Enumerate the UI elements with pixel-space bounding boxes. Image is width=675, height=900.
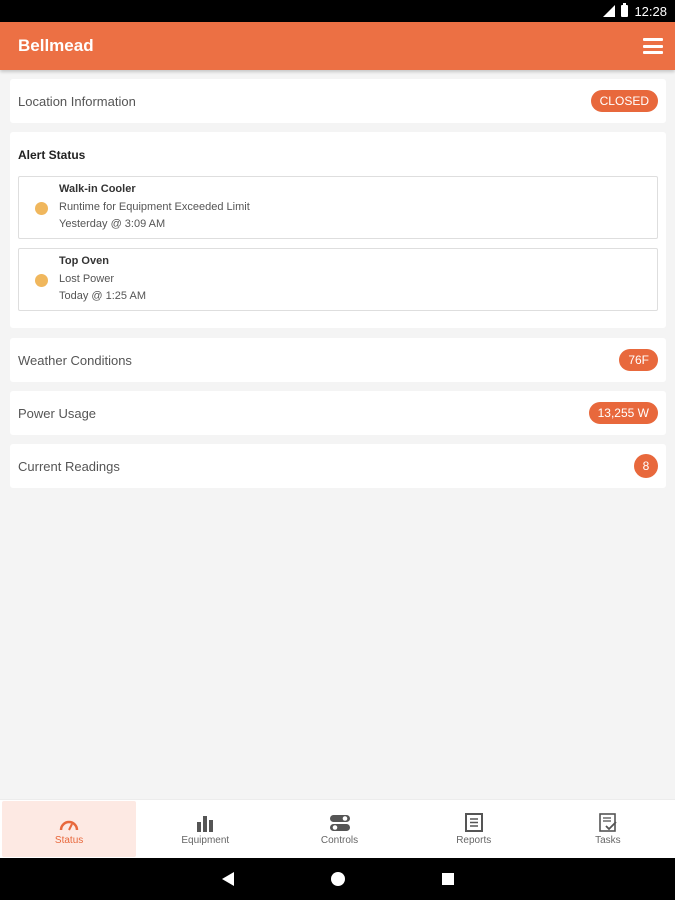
current-readings-badge: 8 [634, 454, 658, 478]
nav-tasks-label: Tasks [595, 835, 621, 846]
nav-reports-tab[interactable]: Reports [407, 800, 541, 859]
back-icon[interactable] [221, 872, 234, 886]
alert-status-card: Alert Status Walk-in Cooler Runtime for … [10, 132, 666, 328]
nav-equipment-tab[interactable]: Equipment [138, 800, 272, 859]
battery-icon [621, 3, 629, 17]
home-icon[interactable] [330, 872, 345, 886]
document-icon [463, 812, 485, 832]
alert-description: Lost Power [59, 273, 115, 285]
app-title: Bellmead [18, 36, 94, 55]
menu-icon[interactable] [643, 38, 663, 54]
current-readings-row[interactable]: Current Readings 8 [10, 444, 666, 488]
alert-equipment-name: Top Oven [59, 255, 109, 267]
signal-icon [603, 5, 616, 17]
bar-chart-icon [194, 812, 216, 832]
task-list-icon [597, 812, 619, 832]
bottom-navigation: Status Equipment Controls Reports Tasks [0, 799, 675, 859]
power-usage-label: Power Usage [18, 405, 97, 421]
location-status-badge: CLOSED [590, 90, 658, 112]
alert-timestamp: Yesterday @ 3:09 AM [59, 218, 166, 230]
alert-description: Runtime for Equipment Exceeded Limit [59, 201, 250, 213]
location-information-row[interactable]: Location Information CLOSED [10, 79, 666, 123]
power-usage-row[interactable]: Power Usage 13,255 W [10, 391, 666, 435]
nav-controls-label: Controls [320, 835, 359, 846]
alert-item[interactable]: Walk-in Cooler Runtime for Equipment Exc… [18, 176, 658, 239]
nav-controls-tab[interactable]: Controls [272, 800, 406, 859]
alert-equipment-name: Walk-in Cooler [59, 183, 136, 195]
location-information-label: Location Information [18, 93, 136, 109]
alert-status-title: Alert Status [18, 148, 86, 162]
system-status-bar: 12:28 [0, 0, 675, 22]
nav-status-tab[interactable]: Status [2, 801, 137, 857]
alert-indicator-icon [35, 202, 48, 215]
power-usage-badge: 13,255 W [588, 402, 658, 424]
weather-conditions-row[interactable]: Weather Conditions 76F [10, 338, 666, 382]
clock: 12:28 [634, 3, 667, 19]
system-navigation-bar [0, 858, 675, 900]
recent-apps-icon[interactable] [441, 873, 454, 885]
app-bar: Bellmead [0, 22, 675, 70]
alert-indicator-icon [35, 274, 48, 287]
nav-reports-label: Reports [456, 835, 492, 846]
gauge-icon [58, 812, 80, 832]
nav-status-label: Status [54, 834, 84, 846]
nav-equipment-label: Equipment [181, 835, 230, 846]
weather-conditions-label: Weather Conditions [18, 352, 132, 368]
nav-tasks-tab[interactable]: Tasks [541, 800, 675, 859]
alert-timestamp: Today @ 1:25 AM [59, 290, 146, 302]
alert-item[interactable]: Top Oven Lost Power Today @ 1:25 AM [18, 248, 658, 311]
toggles-icon [329, 812, 351, 832]
current-readings-label: Current Readings [18, 458, 120, 474]
weather-badge: 76F [619, 349, 658, 371]
